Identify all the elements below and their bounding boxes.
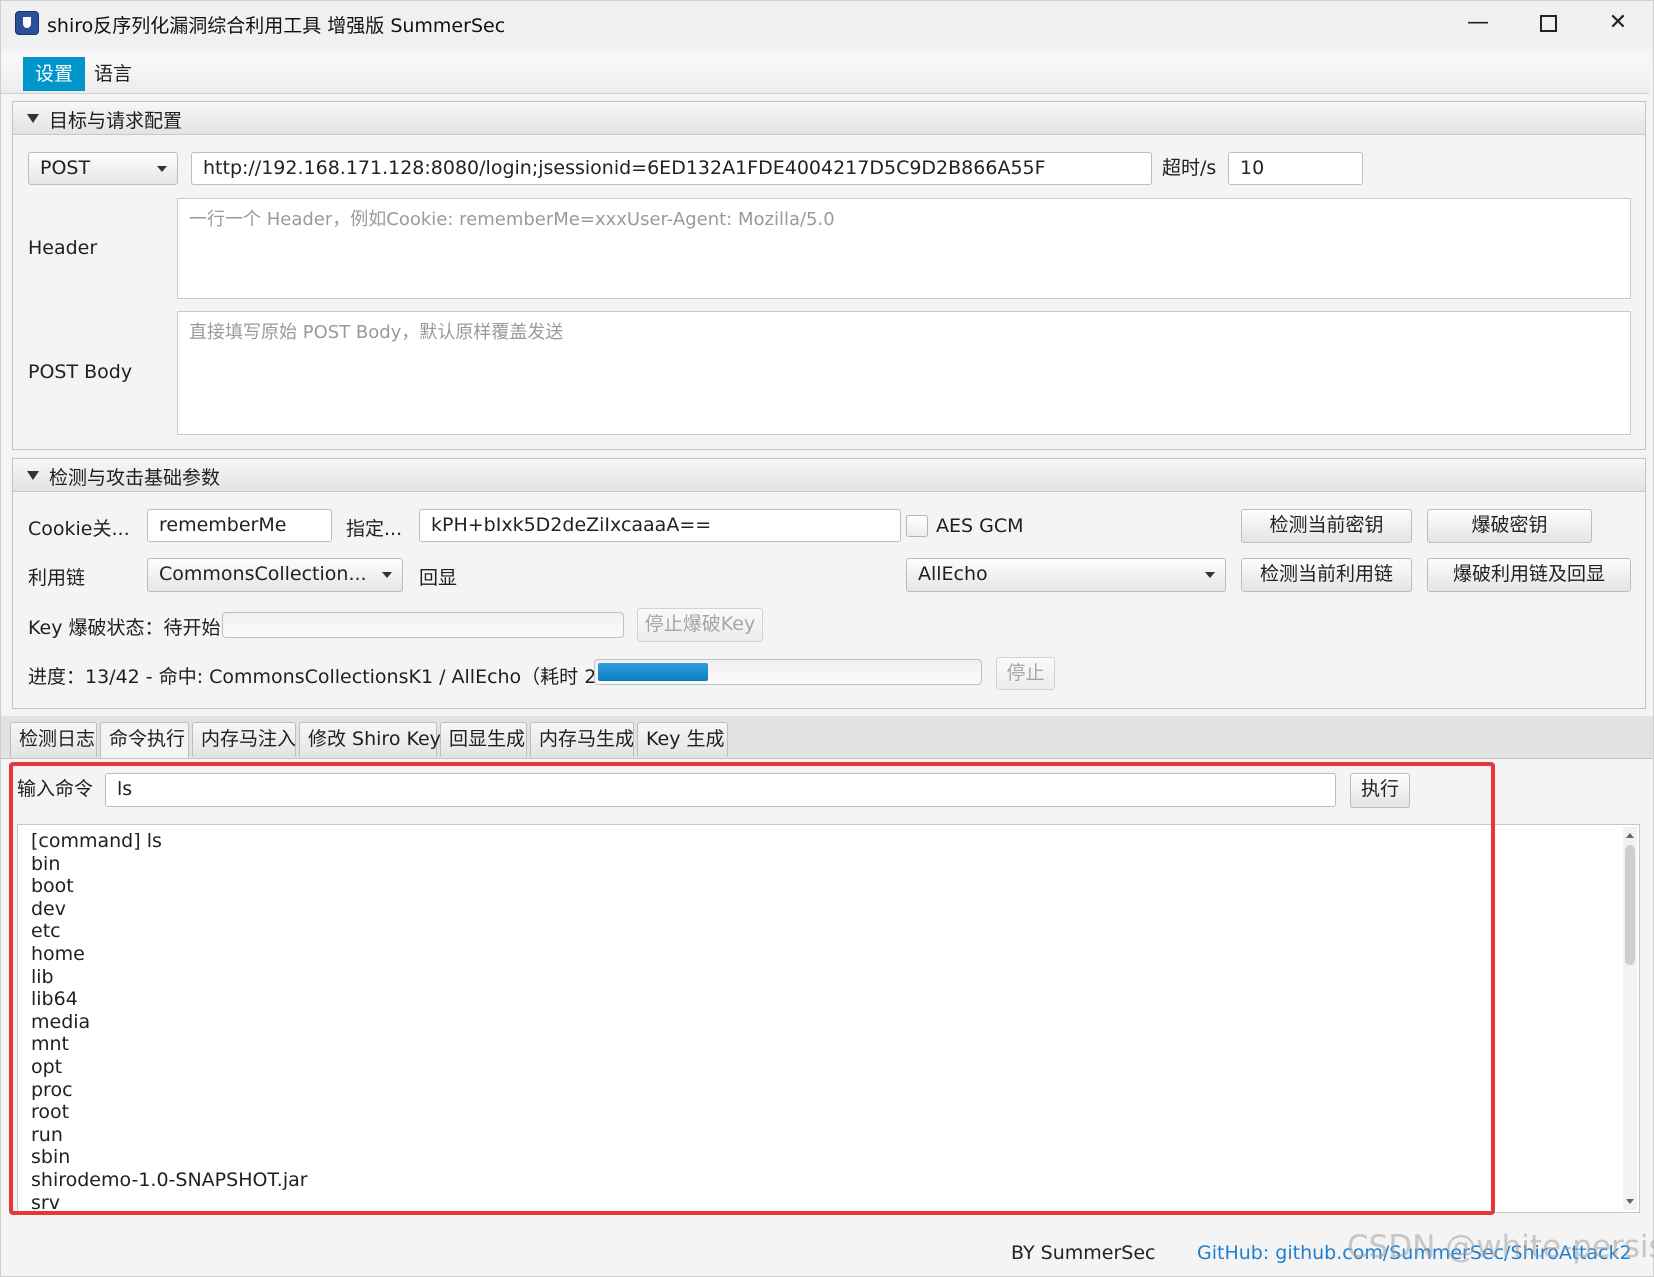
- command-output-area[interactable]: [command] ls bin boot dev etc home lib lib64 med…: [17, 824, 1640, 1213]
- app-shield-icon: [15, 11, 39, 35]
- output-line: bin: [31, 852, 61, 875]
- output-line: home: [31, 942, 85, 965]
- output-line: etc: [31, 920, 61, 943]
- maximize-icon: [1539, 14, 1557, 32]
- echo-value: AllEcho: [918, 563, 988, 585]
- echo-select[interactable]: AllEcho: [906, 558, 1226, 592]
- menu-settings[interactable]: 设置: [23, 57, 86, 91]
- brute-chain-button[interactable]: 爆破利用链及回显: [1427, 558, 1631, 592]
- close-button[interactable]: ✕: [1585, 1, 1651, 47]
- output-line: media: [31, 1010, 91, 1033]
- output-line: lib64: [31, 988, 78, 1011]
- stop-key-button[interactable]: 停止爆破Key: [637, 608, 763, 642]
- tab-detect-log[interactable]: 检测日志: [10, 722, 97, 757]
- timeout-input[interactable]: 10: [1228, 152, 1363, 185]
- chain-label: 利用链: [28, 567, 86, 589]
- cookie-name-label: Cookie关...: [28, 518, 130, 540]
- target-config-pane: 目标与请求配置 POST http://192.168.171.128:8080…: [12, 101, 1646, 450]
- collapse-triangle-icon: [27, 471, 39, 480]
- key-progress-bar: [222, 612, 624, 638]
- aes-gcm-label: AES GCM: [936, 515, 1024, 537]
- tab-memshell-generate[interactable]: 内存马生成: [530, 722, 634, 757]
- chevron-down-icon: [157, 166, 167, 172]
- output-line: [command] ls: [31, 830, 162, 852]
- url-input[interactable]: http://192.168.171.128:8080/login;jsessi…: [191, 152, 1152, 185]
- brute-key-button[interactable]: 爆破密钥: [1427, 509, 1592, 543]
- output-line: shirodemo-1.0-SNAPSHOT.jar: [31, 1168, 308, 1191]
- attack-progress-bar: [594, 659, 982, 685]
- chain-select[interactable]: CommonsCollection...: [147, 558, 403, 592]
- method-value: POST: [40, 157, 91, 179]
- stop-button[interactable]: 停止: [996, 657, 1055, 690]
- target-config-title: 目标与请求配置: [49, 110, 183, 132]
- key-label: 指定...: [346, 518, 403, 540]
- chain-value: CommonsCollection...: [159, 563, 367, 585]
- title-bar[interactable]: shiro反序列化漏洞综合利用工具 增强版 SummerSec — ✕: [1, 1, 1653, 47]
- exec-button[interactable]: 执行: [1350, 773, 1410, 808]
- scroll-thumb[interactable]: [1625, 845, 1635, 965]
- check-key-button[interactable]: 检测当前密钥: [1241, 509, 1412, 543]
- echo-label: 回显: [419, 567, 458, 589]
- cookie-name-input[interactable]: rememberMe: [147, 509, 332, 542]
- output-line: mnt: [31, 1033, 69, 1056]
- chevron-down-icon: [1205, 572, 1215, 578]
- target-config-header[interactable]: 目标与请求配置: [13, 102, 1645, 135]
- post-body-textarea[interactable]: 直接填写原始 POST Body，默认原样覆盖发送: [177, 311, 1631, 435]
- output-line: root: [31, 1101, 70, 1124]
- key-status-label: Key 爆破状态：待开始: [28, 617, 221, 639]
- output-line: srv: [31, 1191, 60, 1213]
- output-line: opt: [31, 1055, 63, 1078]
- tab-modify-shiro-key[interactable]: 修改 Shiro Key: [299, 722, 441, 757]
- tab-key-generate[interactable]: Key 生成: [637, 722, 728, 757]
- output-line: run: [31, 1123, 63, 1146]
- timeout-label: 超时/s: [1162, 157, 1217, 179]
- attack-params-title: 检测与攻击基础参数: [49, 467, 221, 489]
- output-line: boot: [31, 875, 74, 898]
- minimize-button[interactable]: —: [1445, 1, 1511, 47]
- collapse-triangle-icon: [27, 114, 39, 123]
- output-line: lib: [31, 965, 54, 988]
- progress-label: 进度：13/42 - 命中: CommonsCollectionsK1 / Al…: [28, 666, 626, 688]
- scroll-down-icon[interactable]: [1626, 1199, 1634, 1204]
- author-label: BY SummerSec: [1011, 1242, 1156, 1264]
- tab-memshell-inject[interactable]: 内存马注入: [192, 722, 296, 757]
- command-input[interactable]: ls: [105, 773, 1336, 807]
- header-label: Header: [28, 237, 98, 259]
- app-window: shiro反序列化漏洞综合利用工具 增强版 SummerSec — ✕ 设置 语…: [0, 0, 1654, 1277]
- tab-command-exec[interactable]: 命令执行: [100, 722, 189, 758]
- scroll-up-icon[interactable]: [1626, 833, 1634, 838]
- header-textarea[interactable]: 一行一个 Header，例如Cookie: rememberMe=xxxUser…: [177, 198, 1631, 299]
- watermark: CSDN @white-persist: [1347, 1229, 1654, 1265]
- attack-params-pane: 检测与攻击基础参数 Cookie关... rememberMe 指定... kP…: [12, 458, 1646, 709]
- tab-echo-generate[interactable]: 回显生成: [440, 722, 527, 757]
- chevron-down-icon: [382, 572, 392, 578]
- check-chain-button[interactable]: 检测当前利用链: [1241, 558, 1412, 592]
- command-output-lines: [command] ls bin boot dev etc home lib lib64 med…: [31, 830, 308, 1213]
- attack-progress-fill: [598, 663, 709, 681]
- menu-language[interactable]: 语言: [82, 57, 144, 91]
- aes-gcm-checkbox[interactable]: [906, 515, 928, 537]
- command-input-label: 输入命令: [17, 778, 94, 800]
- menu-bar: 设置 语言: [1, 53, 1649, 94]
- attack-params-header[interactable]: 检测与攻击基础参数: [13, 459, 1645, 492]
- output-line: proc: [31, 1078, 73, 1101]
- output-line: dev: [31, 897, 66, 920]
- tab-strip: 检测日志 命令执行 内存马注入 修改 Shiro Key 回显生成 内存马生成 …: [1, 716, 1653, 759]
- key-input[interactable]: kPH+bIxk5D2deZiIxcaaaA==: [419, 509, 901, 542]
- maximize-button[interactable]: [1515, 1, 1581, 47]
- output-scrollbar[interactable]: [1623, 827, 1637, 1210]
- post-body-label: POST Body: [28, 361, 133, 383]
- method-select[interactable]: POST: [28, 152, 178, 185]
- output-line: sbin: [31, 1146, 71, 1169]
- window-title: shiro反序列化漏洞综合利用工具 增强版 SummerSec: [47, 15, 506, 37]
